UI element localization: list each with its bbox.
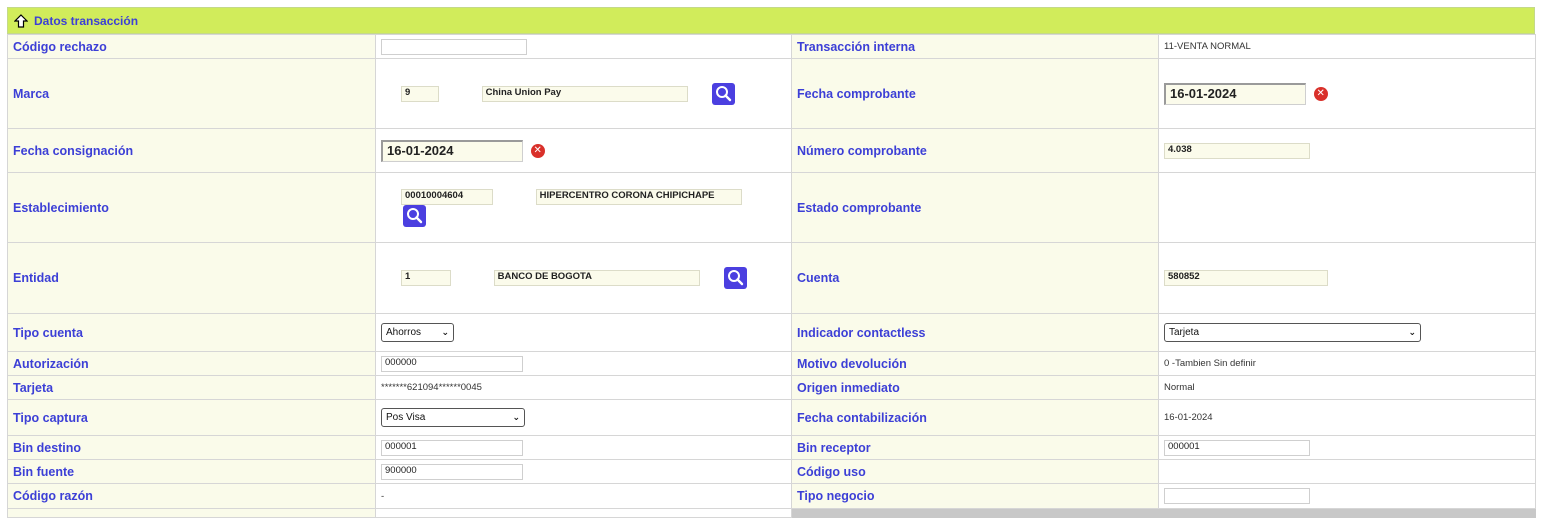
establecimiento-search-icon[interactable]: [403, 204, 426, 227]
form-row: Marca 9 China Union Pay Fecha comprobant…: [7, 58, 1536, 129]
form-row: Establecimiento 00010004604 HIPERCENTRO …: [7, 172, 1536, 243]
label-tipo-negocio: Tipo negocio: [791, 483, 1159, 509]
bin-destino-input[interactable]: 000001: [381, 439, 523, 456]
horizontal-scrollbar[interactable]: [791, 508, 1536, 518]
fecha-contabilizacion-value: 16-01-2024: [1164, 412, 1213, 423]
entidad-code-input[interactable]: 1: [401, 270, 451, 286]
fecha-comprobante-input[interactable]: 16-01-2024: [1164, 82, 1306, 105]
fecha-consignacion-input[interactable]: 16-01-2024: [381, 139, 523, 162]
motivo-devolucion-value: 0 -Tambien Sin definir: [1164, 358, 1256, 369]
label-fecha-comprobante: Fecha comprobante: [791, 58, 1159, 129]
cuenta-input[interactable]: 580852: [1164, 270, 1328, 286]
tipo-cuenta-select[interactable]: Ahorros ⌄: [381, 323, 454, 342]
label-establecimiento: Establecimiento: [7, 172, 376, 243]
label-tipo-cuenta: Tipo cuenta: [7, 313, 376, 352]
label-fecha-consignacion: Fecha consignación: [7, 128, 376, 173]
label-numero-comprobante: Número comprobante: [791, 128, 1159, 173]
establecimiento-name-input: HIPERCENTRO CORONA CHIPICHAPE: [535, 188, 742, 205]
indicador-contactless-selected: Tarjeta: [1169, 327, 1200, 338]
tarjeta-value: *******621094******0045: [381, 382, 482, 393]
form-row: Tipo captura Pos Visa ⌄ Fecha contabiliz…: [7, 399, 1536, 436]
form-row: Bin fuente 900000 Código uso: [7, 459, 1536, 484]
marca-search-icon[interactable]: [712, 82, 736, 105]
label-autorizacion: Autorización: [7, 351, 376, 376]
label-tipo-captura: Tipo captura: [7, 399, 376, 436]
clear-date-icon[interactable]: ✕: [530, 143, 545, 158]
label-codigo-razon: Código razón: [7, 483, 376, 509]
establecimiento-code-input[interactable]: 00010004604: [401, 188, 493, 205]
tipo-captura-selected: Pos Visa: [386, 412, 426, 423]
label-estado-comprobante: Estado comprobante: [791, 172, 1159, 243]
tipo-captura-select[interactable]: Pos Visa ⌄: [381, 408, 525, 427]
label-indicador-contactless: Indicador contactless: [791, 313, 1159, 352]
tipo-negocio-input[interactable]: [1164, 488, 1310, 504]
form-row: Fecha consignación 16-01-2024 ✕ Número c…: [7, 128, 1536, 173]
form-row: Tipo cuenta Ahorros ⌄ Indicador contactl…: [7, 313, 1536, 352]
label-transaccion-interna: Transacción interna: [791, 34, 1159, 59]
codigo-rechazo-input[interactable]: [381, 38, 527, 55]
label-marca: Marca: [7, 58, 376, 129]
entidad-search-icon[interactable]: [724, 267, 748, 289]
codigo-razon-value: -: [381, 490, 385, 502]
empty-cell: [375, 508, 792, 518]
label-tarjeta: Tarjeta: [7, 375, 376, 400]
label-fecha-contabilizacion: Fecha contabilización: [791, 399, 1159, 436]
origen-inmediato-value: Normal: [1164, 382, 1195, 393]
bin-receptor-input[interactable]: 000001: [1164, 439, 1310, 456]
label-bin-fuente: Bin fuente: [7, 459, 376, 484]
form-row: Entidad 1 BANCO DE BOGOTA Cuenta 580852: [7, 242, 1536, 314]
form-row: Autorización 000000 Motivo devolución 0 …: [7, 351, 1536, 376]
indicador-contactless-select[interactable]: Tarjeta ⌄: [1164, 323, 1421, 342]
entidad-name-input: BANCO DE BOGOTA: [493, 270, 700, 286]
form-row: Código rechazo Transacción interna 11-VE…: [7, 34, 1536, 59]
chevron-down-icon: ⌄: [441, 327, 449, 337]
label-origen-inmediato: Origen inmediato: [791, 375, 1159, 400]
autorizacion-input[interactable]: 000000: [381, 355, 523, 372]
transaction-form: Código rechazo Transacción interna 11-VE…: [7, 34, 1536, 518]
empty-cell: [7, 508, 376, 518]
label-bin-destino: Bin destino: [7, 435, 376, 460]
panel-header[interactable]: Datos transacción: [7, 7, 1535, 34]
marca-name-input: China Union Pay: [481, 85, 688, 102]
label-bin-receptor: Bin receptor: [791, 435, 1159, 460]
form-row: Código razón - Tipo negocio: [7, 483, 1536, 509]
form-row: Tarjeta *******621094******0045 Origen i…: [7, 375, 1536, 400]
chevron-down-icon: ⌄: [512, 412, 520, 422]
label-codigo-uso: Código uso: [791, 459, 1159, 484]
form-row-spacer: [7, 508, 1536, 518]
chevron-down-icon: ⌄: [1408, 327, 1416, 337]
arrow-up-icon[interactable]: [13, 13, 29, 28]
numero-comprobante-input[interactable]: 4.038: [1164, 142, 1310, 159]
clear-date-icon[interactable]: ✕: [1313, 86, 1328, 101]
form-row: Bin destino 000001 Bin receptor 000001: [7, 435, 1536, 460]
datos-transaccion-panel: Datos transacción Código rechazo Transac…: [7, 7, 1536, 518]
label-motivo-devolucion: Motivo devolución: [791, 351, 1159, 376]
label-entidad: Entidad: [7, 242, 376, 314]
panel-title: Datos transacción: [34, 13, 139, 28]
marca-code-input[interactable]: 9: [401, 85, 439, 102]
tipo-cuenta-selected: Ahorros: [386, 327, 422, 338]
label-cuenta: Cuenta: [791, 242, 1159, 314]
bin-fuente-input[interactable]: 900000: [381, 463, 523, 480]
transaccion-interna-value: 11-VENTA NORMAL: [1164, 41, 1251, 52]
label-codigo-rechazo: Código rechazo: [7, 34, 376, 59]
